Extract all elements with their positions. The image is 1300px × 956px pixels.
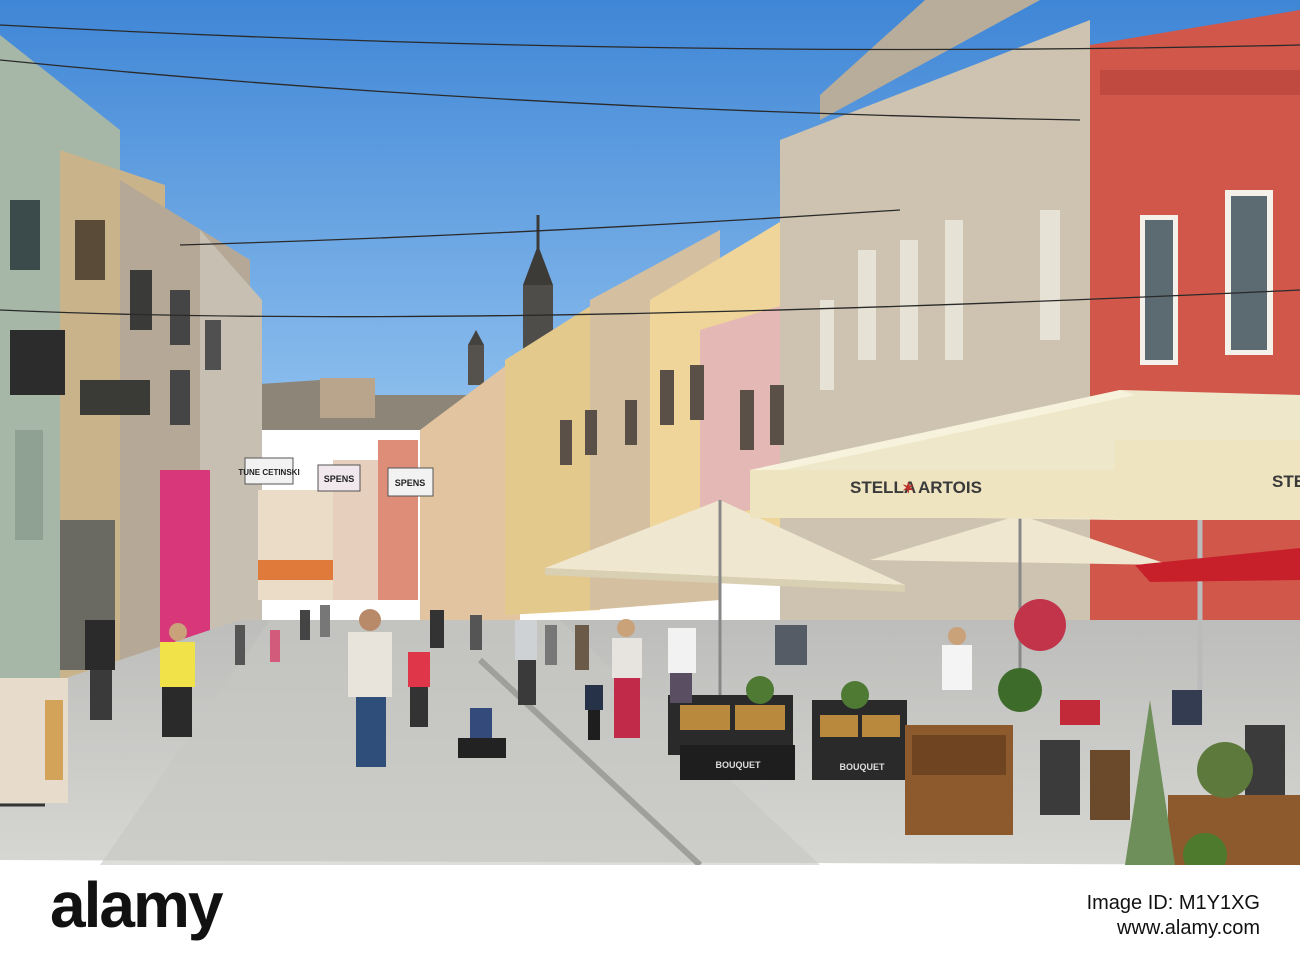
planter-label-right: BOUQUET bbox=[840, 762, 886, 772]
banner-text-1: TUNE CETINSKI bbox=[238, 468, 299, 477]
street-photo: TUNE CETINSKI SPENS SPENS STELLA ✶ ARTOI… bbox=[0, 0, 1300, 865]
umbrella-brand-star: ✶ bbox=[902, 480, 915, 497]
umbrella-brand-cut: STE bbox=[1272, 472, 1300, 491]
site-url: www.alamy.com bbox=[1117, 917, 1260, 939]
image-id-block: Image ID: M1Y1XG www.alamy.com bbox=[1087, 891, 1260, 941]
sandwich-board bbox=[0, 678, 68, 807]
banner-text-2: SPENS bbox=[324, 474, 355, 484]
umbrella-brand-right: ARTOIS bbox=[918, 478, 982, 497]
stock-footer: alamy Image ID: M1Y1XG www.alamy.com bbox=[0, 865, 1300, 956]
far-building bbox=[258, 490, 333, 600]
banner-text-3: SPENS bbox=[395, 478, 426, 488]
planter-label-left: BOUQUET bbox=[716, 760, 762, 770]
image-id: Image ID: M1Y1XG bbox=[1086, 892, 1260, 914]
alamy-logo: alamy bbox=[50, 869, 223, 941]
